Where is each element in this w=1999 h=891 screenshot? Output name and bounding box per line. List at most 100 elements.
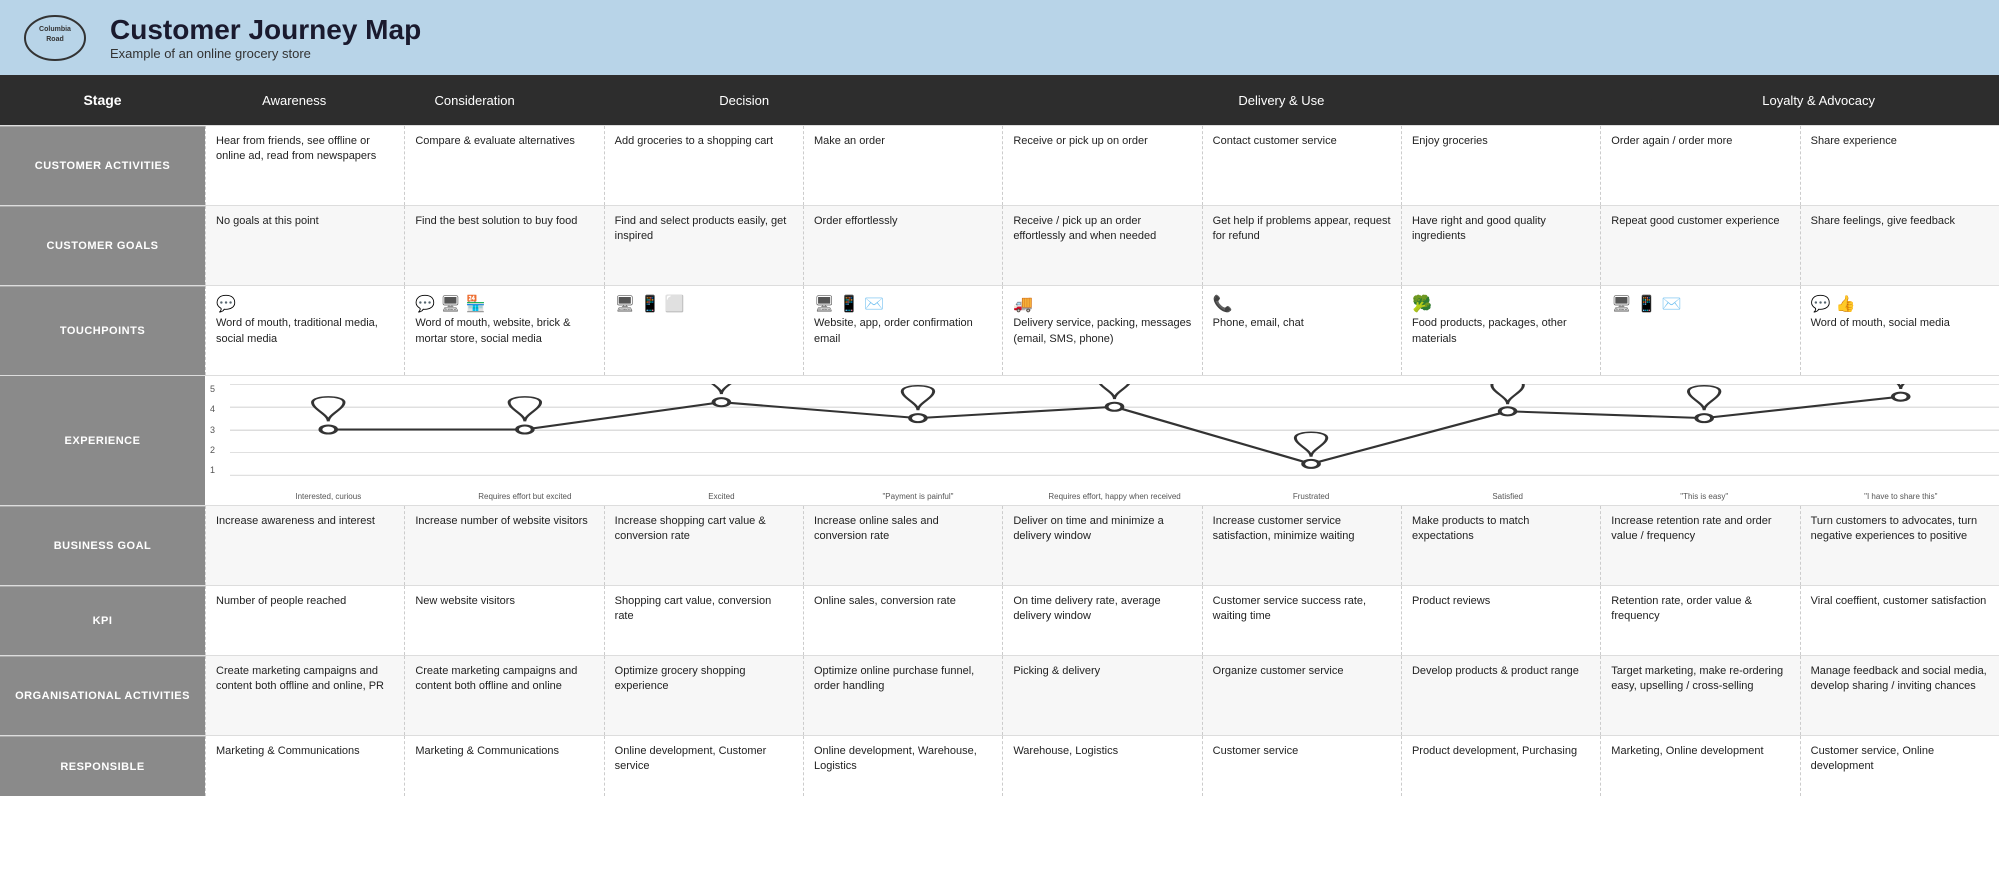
kpi-awareness: Number of people reached — [205, 586, 404, 655]
cg-decision2: Order effortlessly — [803, 206, 1002, 285]
phone2-icon: 📱 — [839, 294, 859, 316]
header-text: Customer Journey Map Example of an onlin… — [110, 14, 421, 61]
monitor2-icon: 🖥 — [615, 294, 635, 316]
store-icon: 🏪 — [466, 294, 486, 316]
org-activities-label: ORGANISATIONAL ACTIVITIES — [0, 656, 205, 735]
handset-icon: 📞 — [1213, 294, 1233, 316]
cg-decision1: Find and select products easily, get ins… — [604, 206, 803, 285]
oa-consideration: Create marketing campaigns and content b… — [404, 656, 603, 735]
pin-3 — [706, 384, 737, 394]
kpi-delivery2: Customer service success rate, waiting t… — [1202, 586, 1401, 655]
page-subtitle: Example of an online grocery store — [110, 46, 421, 61]
stage-loyalty: Loyalty & Advocacy — [1640, 75, 1997, 125]
cg-loyalty1: Repeat good customer experience — [1600, 206, 1799, 285]
page-title: Customer Journey Map — [110, 14, 421, 46]
tp-delivery3: 🥦 Food products, packages, other materia… — [1401, 286, 1600, 375]
r-loyalty1: Marketing, Online development — [1600, 736, 1799, 796]
exp-note-5: Requires effort, happy when received — [1016, 492, 1213, 501]
cg-delivery3: Have right and good quality ingredients — [1401, 206, 1600, 285]
bg-awareness: Increase awareness and interest — [205, 506, 404, 585]
y-label-3: 3 — [210, 425, 228, 435]
customer-goals-label: CUSTOMER GOALS — [0, 206, 205, 285]
ca-decision2: Make an order — [803, 126, 1002, 205]
chart-dot-2 — [517, 425, 533, 433]
kpi-label: KPI — [0, 586, 205, 655]
ca-consideration: Compare & evaluate alternatives — [404, 126, 603, 205]
chart-dot-7 — [1500, 407, 1516, 415]
stage-decision: Decision — [566, 75, 923, 125]
tp-delivery1: 🚚 Delivery service, packing, messages (e… — [1002, 286, 1201, 375]
responsible-row: RESPONSIBLE Marketing & Communications M… — [0, 735, 1999, 796]
tp-consideration: 💬 🖥 🏪 Word of mouth, website, brick & mo… — [404, 286, 603, 375]
r-decision2: Online development, Warehouse, Logistics — [803, 736, 1002, 796]
pin-5 — [1099, 384, 1130, 399]
experience-row: EXPERIENCE 5 4 3 2 1 — [0, 375, 1999, 505]
food-icon: 🥦 — [1412, 294, 1432, 316]
svg-text:Columbia: Columbia — [39, 26, 71, 33]
r-decision1: Online development, Customer service — [604, 736, 803, 796]
chart-dot-6 — [1303, 460, 1319, 468]
oa-loyalty2: Manage feedback and social media, develo… — [1800, 656, 1999, 735]
org-activities-row: ORGANISATIONAL ACTIVITIES Create marketi… — [0, 655, 1999, 735]
kpi-delivery1: On time delivery rate, average delivery … — [1002, 586, 1201, 655]
customer-activities-label: CUSTOMER ACTIVITIES — [0, 126, 205, 205]
tp-delivery2: 📞 Phone, email, chat — [1202, 286, 1401, 375]
tablet-icon: ⬜ — [665, 294, 685, 316]
speech2-icon: 💬 — [1811, 294, 1831, 316]
pin-1 — [313, 397, 344, 422]
oa-awareness: Create marketing campaigns and content b… — [205, 656, 404, 735]
y-label-4: 4 — [210, 404, 228, 414]
exp-note-2: Requires effort but excited — [427, 492, 624, 501]
r-delivery2: Customer service — [1202, 736, 1401, 796]
exp-note-9: "I have to share this" — [1803, 492, 1999, 501]
experience-chart-svg — [230, 384, 1999, 475]
cg-delivery1: Receive / pick up an order effortlessly … — [1002, 206, 1201, 285]
stage-delivery: Delivery & Use — [925, 75, 1639, 125]
tp-loyalty2: 💬 👍 Word of mouth, social media — [1800, 286, 1999, 375]
bg-loyalty2: Turn customers to advocates, turn negati… — [1800, 506, 1999, 585]
pin-7 — [1492, 384, 1523, 404]
chart-dot-1 — [320, 425, 336, 433]
ca-loyalty1: Order again / order more — [1600, 126, 1799, 205]
phone3-icon: 📱 — [1637, 294, 1657, 316]
exp-note-3: Excited — [623, 492, 820, 501]
mail-icon: ✉️ — [864, 294, 884, 316]
exp-note-1: Interested, curious — [230, 492, 427, 501]
bg-delivery2: Increase customer service satisfaction, … — [1202, 506, 1401, 585]
gridline-1 — [230, 475, 1999, 476]
business-goal-row: BUSINESS GOAL Increase awareness and int… — [0, 505, 1999, 585]
stage-header-row: Stage Awareness Consideration Decision D… — [0, 75, 1999, 125]
stage-header-label: Stage — [0, 75, 205, 125]
pin-6 — [1295, 432, 1326, 457]
stage-awareness: Awareness — [205, 75, 383, 125]
kpi-delivery3: Product reviews — [1401, 586, 1600, 655]
cg-loyalty2: Share feelings, give feedback — [1800, 206, 1999, 285]
cg-delivery2: Get help if problems appear, request for… — [1202, 206, 1401, 285]
exp-note-7: Satisfied — [1409, 492, 1606, 501]
ca-delivery2: Contact customer service — [1202, 126, 1401, 205]
y-label-2: 2 — [210, 445, 228, 455]
tp-awareness: 💬 Word of mouth, traditional media, soci… — [205, 286, 404, 375]
y-label-1: 1 — [210, 465, 228, 475]
tp-loyalty1: 🖥 📱 ✉️ — [1600, 286, 1799, 375]
r-consideration: Marketing & Communications — [404, 736, 603, 796]
tp-decision1: 🖥 📱 ⬜ — [604, 286, 803, 375]
ca-delivery1: Receive or pick up on order — [1002, 126, 1201, 205]
oa-decision1: Optimize grocery shopping experience — [604, 656, 803, 735]
ca-awareness: Hear from friends, see offline or online… — [205, 126, 404, 205]
chart-dot-5 — [1107, 403, 1123, 411]
cg-consideration: Find the best solution to buy food — [404, 206, 603, 285]
tp-decision2: 🖥 📱 ✉️ Website, app, order confirmation … — [803, 286, 1002, 375]
chart-dot-9 — [1893, 393, 1909, 401]
customer-goals-row: CUSTOMER GOALS No goals at this point Fi… — [0, 205, 1999, 285]
speech-icon: 💬 — [415, 294, 435, 316]
customer-activities-row: CUSTOMER ACTIVITIES Hear from friends, s… — [0, 125, 1999, 205]
header: Columbia Road Customer Journey Map Examp… — [0, 0, 1999, 75]
exp-note-4: "Payment is painful" — [820, 492, 1017, 501]
experience-label: EXPERIENCE — [0, 376, 205, 505]
mail2-icon: ✉️ — [1662, 294, 1682, 316]
ca-delivery3: Enjoy groceries — [1401, 126, 1600, 205]
pin-9 — [1885, 384, 1916, 389]
ca-loyalty2: Share experience — [1800, 126, 1999, 205]
stage-consideration: Consideration — [385, 75, 563, 125]
